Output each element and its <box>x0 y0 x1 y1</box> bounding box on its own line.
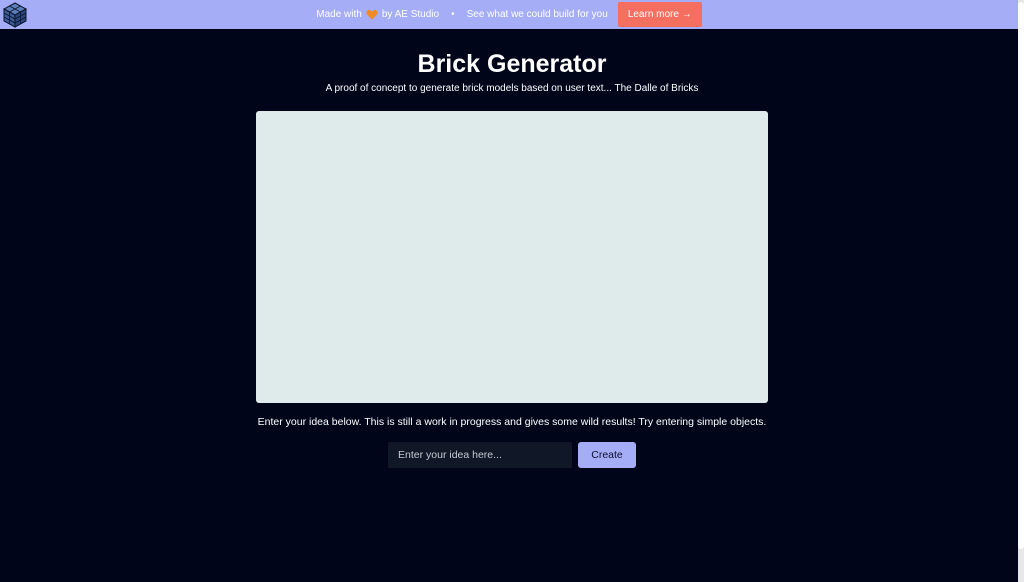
idea-input[interactable] <box>388 442 572 468</box>
learn-more-button[interactable]: Learn more → <box>617 2 702 27</box>
promo-banner: Made with by AE Studio • See what we cou… <box>0 0 1018 29</box>
made-with-text: Made with by AE Studio <box>316 9 439 20</box>
orange-heart-icon <box>366 9 378 20</box>
model-preview-canvas[interactable] <box>256 111 768 403</box>
instructions-text: Enter your idea below. This is still a w… <box>257 416 767 428</box>
page-subtitle: A proof of concept to generate brick mod… <box>325 83 699 94</box>
brick-cube-logo-icon[interactable] <box>3 2 27 28</box>
banner-separator: • <box>451 9 455 20</box>
page-title: Brick Generator <box>417 50 607 78</box>
create-button[interactable]: Create <box>578 442 636 468</box>
made-with-prefix: Made with <box>316 9 362 20</box>
banner-tagline: See what we could build for you <box>466 9 608 20</box>
made-with-suffix: by AE Studio <box>381 9 440 20</box>
